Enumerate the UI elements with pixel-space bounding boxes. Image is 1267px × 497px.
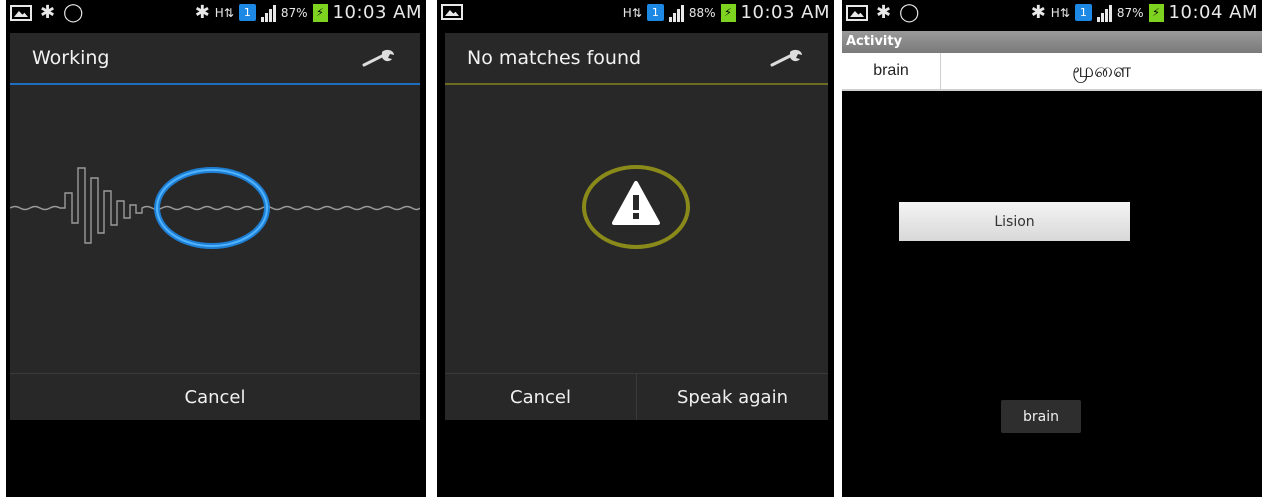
picture-icon (10, 5, 32, 21)
battery-percent: 87% (280, 5, 308, 20)
dialog-footer: Cancel (10, 373, 420, 420)
data-transfer-icon: H⇅ (214, 5, 234, 20)
dialog-header: Working (10, 33, 420, 85)
whatsapp-icon: ◯ (63, 2, 84, 23)
picture-icon (846, 5, 868, 21)
status-time: 10:03 AM (740, 2, 830, 23)
translation-cell: மூளை (1071, 57, 1132, 82)
notification-badge-icon: 1 (646, 4, 664, 21)
bluetooth-icon: ✱ (876, 2, 892, 23)
cancel-button[interactable]: Cancel (10, 374, 420, 420)
status-bar: ✱ ◯ ✱ H⇅ 1 87% ⚡ 10:04 AM (842, 0, 1262, 31)
speak-again-button[interactable]: Speak again (636, 374, 828, 420)
status-bar: ✱ ◯ ✱ H⇅ 1 87% ⚡ 10:03 AM (6, 0, 426, 31)
status-time: 10:04 AM (1168, 2, 1258, 23)
battery-charging-icon: ⚡ (312, 3, 328, 22)
bluetooth-icon: ✱ (1030, 1, 1046, 23)
word-cell: brain (842, 53, 941, 89)
data-transfer-icon: H⇅ (1050, 5, 1070, 20)
bluetooth-icon: ✱ (194, 1, 210, 23)
activity-title-bar: Activity (842, 31, 1262, 53)
whatsapp-icon: ◯ (899, 2, 920, 23)
battery-charging-icon: ⚡ (720, 3, 736, 22)
screen-activity: ✱ ◯ ✱ H⇅ 1 87% ⚡ 10:04 AM Activity brain… (842, 0, 1262, 497)
notification-badge-icon: 1 (1074, 4, 1092, 21)
signal-icon (668, 4, 684, 22)
screen-working: ✱ ◯ ✱ H⇅ 1 87% ⚡ 10:03 AM Working Cancel (6, 0, 426, 497)
battery-percent: 87% (1116, 5, 1144, 20)
status-bar: H⇅ 1 88% ⚡ 10:03 AM (437, 0, 834, 31)
dialog-title: Working (32, 47, 110, 69)
screen-no-matches: H⇅ 1 88% ⚡ 10:03 AM No matches found Can… (437, 0, 834, 497)
dialog-title: No matches found (467, 47, 642, 69)
voice-dialog: No matches found Cancel Speak again (445, 33, 828, 420)
dialog-footer: Cancel Speak again (445, 373, 828, 420)
table-row: brain மூளை (842, 53, 1262, 91)
brain-button[interactable]: brain (1001, 400, 1081, 433)
status-time: 10:03 AM (332, 2, 422, 23)
warning-icon (582, 165, 690, 249)
dialog-header: No matches found (445, 33, 828, 85)
activity-title: Activity (846, 34, 903, 49)
battery-charging-icon: ⚡ (1148, 3, 1164, 22)
voice-waveform (10, 167, 420, 249)
bluetooth-icon: ✱ (40, 2, 56, 23)
data-transfer-icon: H⇅ (622, 5, 642, 20)
signal-icon (260, 4, 276, 22)
voice-dialog: Working Cancel (10, 33, 420, 420)
wrench-icon[interactable] (770, 49, 804, 67)
notification-badge-icon: 1 (238, 4, 256, 21)
cancel-button[interactable]: Cancel (445, 374, 636, 420)
signal-icon (1096, 4, 1112, 22)
wrench-icon[interactable] (362, 49, 396, 67)
picture-icon (441, 4, 463, 20)
battery-percent: 88% (688, 5, 716, 20)
lision-button[interactable]: Lision (899, 202, 1130, 241)
